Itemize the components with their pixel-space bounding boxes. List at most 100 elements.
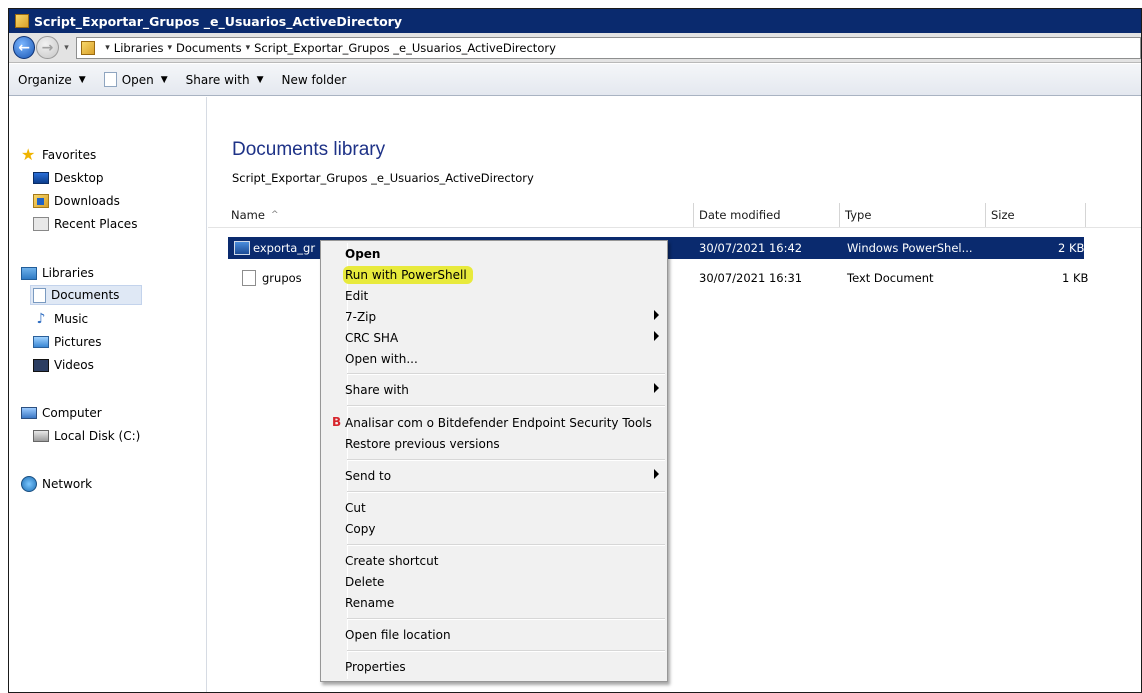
menu-item-edit[interactable]: Edit bbox=[323, 285, 665, 306]
sort-ascending-icon: ^ bbox=[270, 210, 279, 220]
forward-button[interactable]: → bbox=[36, 36, 59, 59]
menu-item-label: Properties bbox=[345, 659, 406, 674]
file-date: 30/07/2021 16:42 bbox=[699, 241, 803, 255]
submenu-arrow-icon bbox=[654, 310, 659, 320]
menu-item-copy[interactable]: Copy bbox=[323, 518, 665, 539]
menu-item-label: Open bbox=[345, 246, 381, 261]
menu-item-create-shortcut[interactable]: Create shortcut bbox=[323, 550, 665, 571]
menu-item-label: Share with bbox=[345, 382, 409, 397]
network-icon bbox=[21, 476, 37, 492]
menu-item-label: 7-Zip bbox=[345, 309, 377, 324]
sidebar-item-favorites[interactable]: ★ Favorites bbox=[21, 145, 96, 165]
menu-separator bbox=[347, 405, 665, 407]
menu-item-label: Restore previous versions bbox=[345, 436, 500, 451]
open-button[interactable]: Open ▼ bbox=[95, 67, 177, 93]
documents-icon bbox=[33, 287, 46, 303]
menu-item-label: Run with PowerShell bbox=[343, 265, 473, 284]
menu-item-properties[interactable]: Properties bbox=[323, 656, 665, 677]
column-header-date-modified[interactable]: Date modified bbox=[694, 203, 840, 227]
sidebar-item-label: Pictures bbox=[54, 335, 102, 349]
breadcrumb-documents[interactable]: Documents bbox=[176, 41, 242, 55]
back-button[interactable]: ← bbox=[13, 36, 36, 59]
sidebar-item-label: Documents bbox=[51, 288, 120, 302]
file-type: Windows PowerShel... bbox=[847, 241, 973, 255]
menu-item-rename[interactable]: Rename bbox=[323, 592, 665, 613]
column-header-label: Name bbox=[231, 208, 265, 222]
sidebar-item-downloads[interactable]: Downloads bbox=[33, 191, 120, 211]
sidebar-item-label: Downloads bbox=[54, 194, 120, 208]
sidebar-item-label: Videos bbox=[54, 358, 94, 372]
file-name-cell: exporta_gr bbox=[234, 237, 315, 259]
window-title: Script_Exportar_Grupos _e_Usuarios_Activ… bbox=[34, 13, 402, 29]
column-header-type[interactable]: Type bbox=[840, 203, 986, 227]
text-file-icon bbox=[242, 270, 256, 286]
submenu-arrow-icon bbox=[654, 469, 659, 479]
new-folder-button[interactable]: New folder bbox=[273, 67, 356, 93]
sidebar-item-pictures[interactable]: Pictures bbox=[33, 332, 102, 352]
menu-item-share-with[interactable]: Share with bbox=[323, 379, 665, 400]
chevron-down-icon: ▼ bbox=[160, 74, 168, 85]
document-icon bbox=[103, 72, 117, 87]
command-bar: Organize ▼ Open ▼ Share with ▼ New folde… bbox=[9, 64, 1141, 96]
menu-item-restore-previous-versions[interactable]: Restore previous versions bbox=[323, 433, 665, 454]
sidebar-item-music[interactable]: ♪ Music bbox=[33, 309, 89, 329]
sidebar-item-label: Computer bbox=[42, 406, 102, 420]
navigation-pane: ★ Favorites Desktop Downloads Recent Pla… bbox=[9, 97, 207, 692]
address-row: ← → ▾ ▾ Libraries ▾ Documents ▾ Script_E… bbox=[9, 33, 1141, 63]
downloads-icon bbox=[33, 194, 49, 208]
menu-item-7zip[interactable]: 7-Zip bbox=[323, 306, 665, 327]
menu-item-label: Rename bbox=[345, 595, 395, 610]
sidebar-item-desktop[interactable]: Desktop bbox=[33, 168, 104, 188]
menu-item-label: Open with... bbox=[345, 351, 418, 366]
sidebar-item-network[interactable]: Network bbox=[21, 474, 92, 494]
libraries-icon bbox=[21, 266, 37, 280]
breadcrumb-current-folder[interactable]: Script_Exportar_Grupos _e_Usuarios_Activ… bbox=[254, 41, 556, 55]
sidebar-item-label: Music bbox=[54, 312, 89, 326]
chevron-down-icon[interactable]: ▾ bbox=[167, 43, 172, 53]
breadcrumb-libraries[interactable]: Libraries bbox=[114, 41, 164, 55]
column-header-label: Size bbox=[991, 208, 1015, 222]
recent-pages-dropdown[interactable]: ▾ bbox=[61, 43, 73, 53]
sidebar-item-libraries[interactable]: Libraries bbox=[21, 263, 94, 283]
column-header-name[interactable]: Name ^ bbox=[226, 203, 694, 227]
menu-item-open-with[interactable]: Open with... bbox=[323, 348, 665, 369]
menu-separator bbox=[347, 618, 665, 620]
sidebar-item-videos[interactable]: Videos bbox=[33, 355, 94, 375]
menu-item-run-with-powershell[interactable]: Run with PowerShell bbox=[323, 264, 665, 285]
sidebar-item-label: Favorites bbox=[42, 148, 97, 162]
menu-item-open[interactable]: Open bbox=[323, 243, 665, 264]
share-with-button[interactable]: Share with ▼ bbox=[177, 67, 273, 93]
music-icon: ♪ bbox=[36, 311, 46, 327]
sidebar-item-documents[interactable]: Documents bbox=[30, 285, 142, 305]
menu-item-label: Cut bbox=[345, 500, 366, 515]
menu-item-cut[interactable]: Cut bbox=[323, 497, 665, 518]
share-with-label: Share with bbox=[185, 72, 250, 87]
column-header-size[interactable]: Size bbox=[986, 203, 1086, 227]
star-icon: ★ bbox=[21, 145, 36, 164]
file-name: grupos bbox=[262, 271, 302, 285]
chevron-down-icon[interactable]: ▾ bbox=[105, 43, 110, 53]
menu-item-send-to[interactable]: Send to bbox=[323, 465, 665, 486]
file-name: exporta_gr bbox=[253, 241, 316, 255]
menu-item-open-file-location[interactable]: Open file location bbox=[323, 624, 665, 645]
menu-item-delete[interactable]: Delete bbox=[323, 571, 665, 592]
chevron-down-icon[interactable]: ▾ bbox=[246, 43, 251, 53]
sidebar-item-recent-places[interactable]: Recent Places bbox=[33, 214, 137, 234]
powershell-script-icon bbox=[234, 241, 250, 255]
menu-item-label: CRC SHA bbox=[345, 330, 399, 345]
address-bar[interactable]: ▾ Libraries ▾ Documents ▾ Script_Exporta… bbox=[76, 36, 1141, 59]
menu-item-label: Edit bbox=[345, 288, 369, 303]
menu-separator bbox=[347, 459, 665, 461]
recent-places-icon bbox=[33, 217, 49, 231]
menu-item-bitdefender-scan[interactable]: B Analisar com o Bitdefender Endpoint Se… bbox=[323, 412, 665, 433]
organize-button[interactable]: Organize ▼ bbox=[9, 67, 95, 93]
new-folder-label: New folder bbox=[281, 72, 347, 87]
sidebar-item-local-disk[interactable]: Local Disk (C:) bbox=[33, 426, 140, 446]
organize-label: Organize bbox=[18, 72, 72, 87]
column-header-label: Date modified bbox=[699, 208, 781, 222]
sidebar-item-computer[interactable]: Computer bbox=[21, 403, 102, 423]
submenu-arrow-icon bbox=[654, 331, 659, 341]
menu-item-label: Send to bbox=[345, 468, 392, 483]
hard-disk-icon bbox=[33, 430, 49, 442]
menu-item-crc-sha[interactable]: CRC SHA bbox=[323, 327, 665, 348]
